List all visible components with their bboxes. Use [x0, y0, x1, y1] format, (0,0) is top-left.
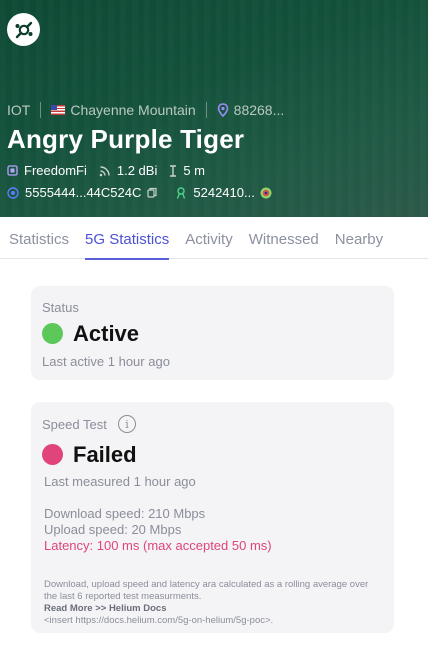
tab-activity[interactable]: Activity: [177, 217, 241, 259]
tab-5g-statistics[interactable]: 5G Statistics: [77, 217, 177, 260]
speed-test-heading: Speed Test: [42, 417, 107, 432]
elevation-icon: [170, 164, 177, 177]
note-text: Download, upload speed and latency ara c…: [44, 579, 369, 602]
us-flag-icon: [51, 105, 66, 115]
speed-test-card: Speed Test i Failed Last measured 1 hour…: [31, 402, 394, 633]
antenna-gain-label: 1.2 dBi: [116, 163, 158, 178]
hotspot-addresses: 5555444...44C524C 5242410...: [7, 185, 290, 200]
hotspot-specs: FreedomFi 1.2 dBi 5 m: [7, 163, 217, 178]
status-indicator: [42, 323, 63, 344]
hex-label[interactable]: 88268...: [234, 102, 285, 118]
network-label[interactable]: IOT: [7, 102, 30, 118]
owner-item: 5242410...: [175, 185, 277, 200]
tab-bar: Statistics 5G Statistics Activity Witnes…: [0, 217, 428, 260]
speed-test-indicator: [42, 444, 63, 465]
wallet-icon: [7, 186, 19, 199]
tab-witnessed[interactable]: Witnessed: [241, 217, 327, 259]
divider: [205, 102, 207, 118]
info-icon[interactable]: i: [118, 415, 136, 433]
owner-avatar-icon[interactable]: [260, 187, 272, 199]
owner-icon: [177, 186, 186, 199]
owner-address[interactable]: 5242410...: [193, 185, 254, 200]
latency-value: Latency: 100 ms (max accepted 50 ms): [44, 538, 272, 553]
hotspot-title: Angry Purple Tiger: [7, 124, 245, 154]
status-card: Status Active Last active 1 hour ago: [31, 286, 394, 380]
status-heading: Status: [42, 300, 79, 315]
status-value: Active: [73, 321, 140, 346]
hotspot-header: IOT Chayenne Mountain 88268... Angry Pur…: [0, 0, 428, 217]
elevation-label: 5 m: [183, 163, 206, 178]
location-label[interactable]: Chayenne Mountain: [70, 102, 195, 118]
speed-test-note: Download, upload speed and latency ara c…: [44, 579, 374, 627]
wallet-address[interactable]: 5555444...44C524C: [25, 185, 141, 200]
docs-link-text[interactable]: <insert https://docs.helium.com/5g-on-he…: [44, 615, 374, 627]
last-measured-text: Last measured 1 hour ago: [44, 474, 196, 489]
signal-icon: [99, 165, 110, 176]
copy-icon[interactable]: [147, 187, 157, 198]
maker-label: FreedomFi: [24, 163, 87, 178]
read-more-link[interactable]: Read More >> Helium Docs: [44, 603, 374, 615]
elevation-item: 5 m: [169, 163, 205, 178]
speed-test-value: Failed: [73, 442, 137, 467]
last-active-text: Last active 1 hour ago: [42, 354, 170, 369]
divider: [40, 102, 42, 118]
upload-speed: Upload speed: 20 Mbps: [44, 522, 182, 537]
antenna-item: 1.2 dBi: [99, 163, 157, 178]
tab-statistics[interactable]: Statistics: [0, 217, 77, 259]
helium-logo-icon[interactable]: [7, 13, 40, 46]
tab-nearby[interactable]: Nearby: [327, 217, 391, 259]
wallet-item: 5555444...44C524C: [7, 185, 163, 200]
download-speed: Download speed: 210 Mbps: [44, 506, 206, 521]
maker-icon: [7, 165, 18, 176]
hex-pin-icon: [217, 103, 228, 117]
breadcrumb: IOT Chayenne Mountain 88268...: [7, 101, 284, 119]
maker-item: FreedomFi: [7, 163, 87, 178]
